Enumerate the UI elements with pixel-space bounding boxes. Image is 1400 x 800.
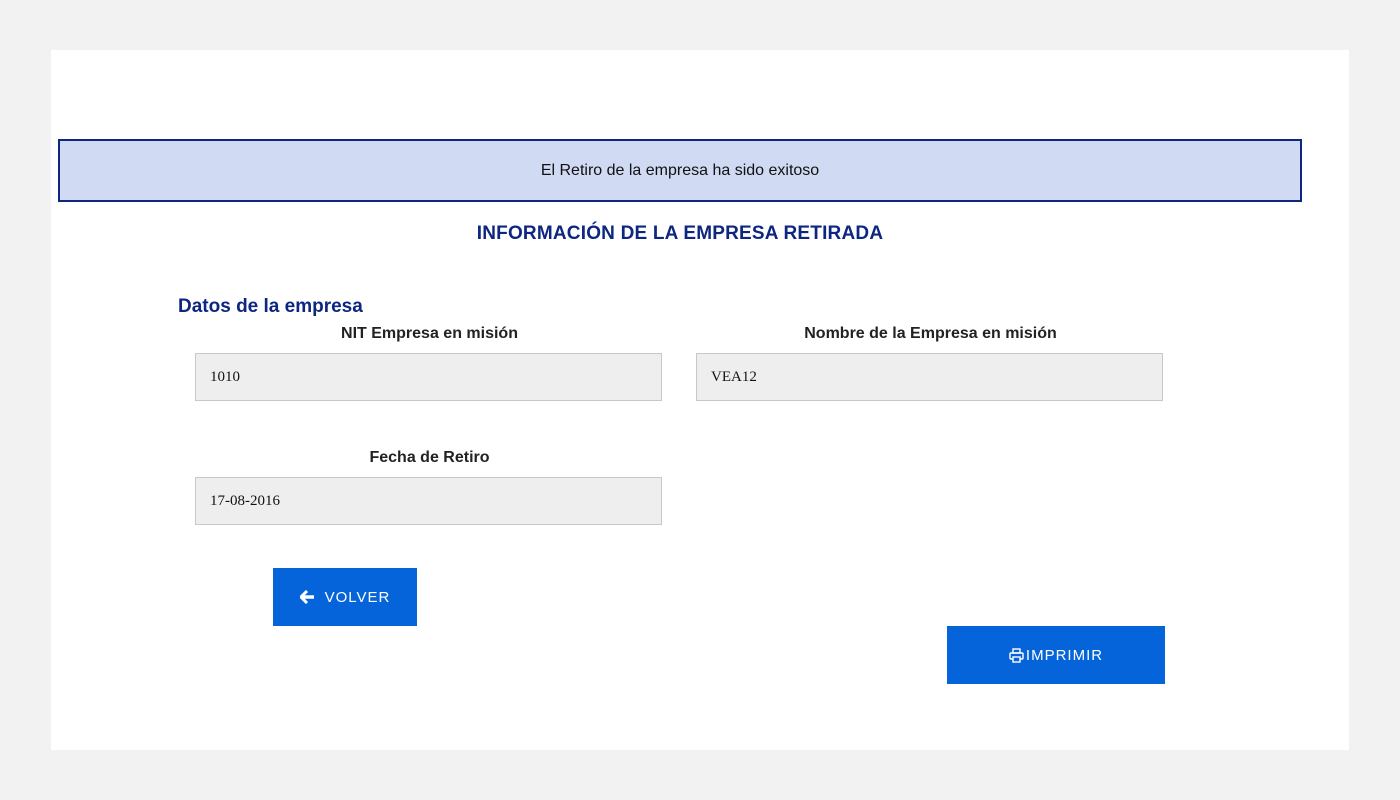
printer-icon bbox=[1009, 647, 1024, 663]
page-title: INFORMACIÓN DE LA EMPRESA RETIRADA bbox=[476, 223, 884, 244]
nit-field[interactable]: 1010 bbox=[195, 353, 662, 401]
company-name-value: VEA12 bbox=[711, 368, 757, 385]
withdrawal-date-value: 17-08-2016 bbox=[210, 492, 280, 509]
alert-message: El Retiro de la empresa ha sido exitoso bbox=[540, 161, 820, 179]
company-name-label: Nombre de la Empresa en misión bbox=[804, 325, 1057, 342]
section-title: Datos de la empresa bbox=[178, 296, 363, 317]
back-button-label: VOLVER bbox=[324, 588, 391, 606]
company-name-field[interactable]: VEA12 bbox=[696, 353, 1163, 401]
back-button[interactable]: VOLVER bbox=[273, 568, 417, 626]
nit-value: 1010 bbox=[210, 368, 240, 385]
arrow-left-icon bbox=[299, 590, 315, 604]
withdrawal-date-field[interactable]: 17-08-2016 bbox=[195, 477, 662, 525]
withdrawal-date-label: Fecha de Retiro bbox=[369, 449, 490, 466]
nit-label: NIT Empresa en misión bbox=[341, 325, 518, 342]
print-button[interactable]: IMPRIMIR bbox=[947, 626, 1165, 684]
success-alert: El Retiro de la empresa ha sido exitoso bbox=[58, 139, 1302, 202]
print-button-label: IMPRIMIR bbox=[1025, 646, 1104, 664]
